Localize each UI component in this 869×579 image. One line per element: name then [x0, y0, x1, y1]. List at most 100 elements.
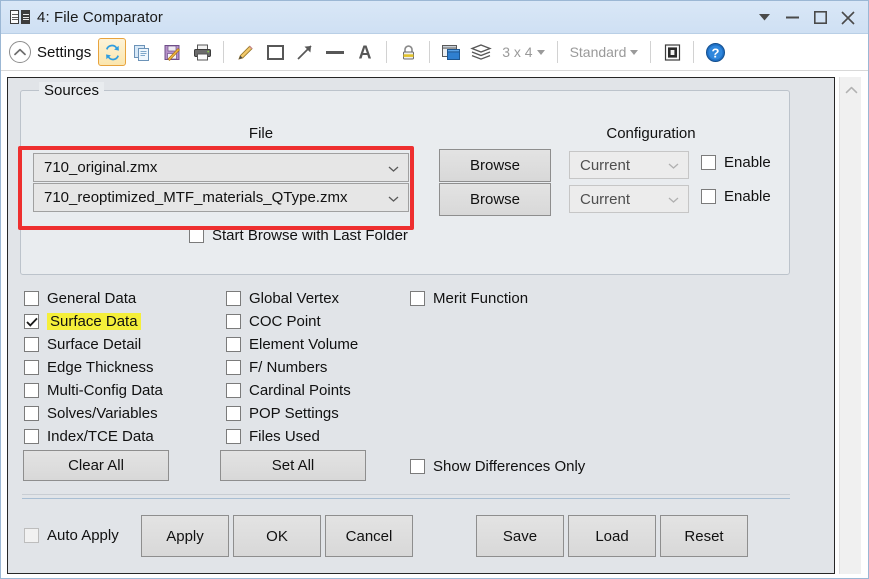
checkbox[interactable]	[24, 429, 39, 444]
enable-checkbox-1[interactable]	[701, 155, 716, 170]
checkbox[interactable]	[226, 429, 241, 444]
configuration-combo-2[interactable]: Current	[569, 185, 689, 213]
apply-button[interactable]: Apply	[141, 515, 229, 557]
option-merit-function[interactable]: Merit Function	[410, 288, 528, 309]
option-global-vertex[interactable]: Global Vertex	[226, 288, 339, 309]
option-surface-data[interactable]: Surface Data	[24, 311, 141, 332]
show-differences-checkbox[interactable]	[410, 459, 425, 474]
chevron-down-icon	[668, 191, 679, 208]
grid-layout-dropdown[interactable]: 3 x 4	[496, 44, 550, 60]
load-button[interactable]: Load	[568, 515, 656, 557]
option-cardinal-points[interactable]: Cardinal Points	[226, 380, 351, 401]
set-all-button[interactable]: Set All	[220, 450, 366, 481]
option-coc-point[interactable]: COC Point	[226, 311, 321, 332]
toolbar-separator	[693, 41, 694, 63]
arrow-annotation-icon[interactable]	[291, 38, 319, 66]
checkbox[interactable]	[24, 291, 39, 306]
enable-label-2: Enable	[724, 188, 771, 205]
lock-icon[interactable]	[394, 38, 422, 66]
option-label: Surface Data	[47, 313, 141, 330]
reset-button[interactable]: Reset	[660, 515, 748, 557]
option-general-data[interactable]: General Data	[24, 288, 136, 309]
browse-button-1[interactable]: Browse	[439, 149, 551, 182]
maximize-button[interactable]	[806, 4, 834, 32]
option-label: Merit Function	[433, 290, 528, 307]
checkbox[interactable]	[226, 383, 241, 398]
configuration-combo-1[interactable]: Current	[569, 151, 689, 179]
show-differences-row[interactable]: Show Differences Only	[410, 456, 585, 477]
cancel-button[interactable]: Cancel	[325, 515, 413, 557]
start-browse-checkbox-row[interactable]: Start Browse with Last Folder	[189, 225, 408, 246]
option-element-volume[interactable]: Element Volume	[226, 334, 358, 355]
option-edge-thickness[interactable]: Edge Thickness	[24, 357, 153, 378]
dropdown-menu-button[interactable]	[750, 4, 778, 32]
option-label: General Data	[47, 290, 136, 307]
minimize-button[interactable]	[778, 4, 806, 32]
close-button[interactable]	[834, 4, 862, 32]
settings-panel: Sources File Configuration 710_original.…	[7, 77, 835, 574]
file-comparator-window: 4: File Comparator Settings	[0, 0, 869, 579]
checkbox[interactable]	[226, 406, 241, 421]
save-image-icon[interactable]	[158, 38, 186, 66]
window-titlebar: 4: File Comparator	[1, 1, 868, 34]
option-surface-detail[interactable]: Surface Detail	[24, 334, 141, 355]
help-question-icon[interactable]: ?	[701, 38, 729, 66]
checkbox[interactable]	[24, 406, 39, 421]
pencil-annotation-icon[interactable]	[231, 38, 259, 66]
enable-checkbox-row-1[interactable]: Enable	[701, 152, 771, 173]
copy-clipboard-icon[interactable]	[128, 38, 156, 66]
settings-toggle[interactable]: Settings	[9, 41, 91, 63]
chevron-down-icon	[388, 159, 399, 176]
option-f-numbers[interactable]: F/ Numbers	[226, 357, 327, 378]
option-label: COC Point	[249, 313, 321, 330]
vertical-scrollbar[interactable]	[839, 77, 861, 574]
enable-checkbox-row-2[interactable]: Enable	[701, 186, 771, 207]
refresh-update-icon[interactable]	[98, 38, 126, 66]
print-icon[interactable]	[188, 38, 216, 66]
option-files-used[interactable]: Files Used	[226, 426, 320, 447]
chevron-down-icon	[630, 50, 638, 55]
ok-button[interactable]: OK	[233, 515, 321, 557]
option-pop-settings[interactable]: POP Settings	[226, 403, 339, 424]
option-solves-variables[interactable]: Solves/Variables	[24, 403, 158, 424]
line-annotation-icon[interactable]	[321, 38, 349, 66]
scroll-up-arrow-icon[interactable]	[840, 81, 862, 99]
option-label: F/ Numbers	[249, 359, 327, 376]
file-combo-2[interactable]: 710_reoptimized_MTF_materials_QType.zmx	[33, 183, 409, 212]
window-clone-icon[interactable]	[437, 38, 465, 66]
text-annotation-icon[interactable]: A	[351, 38, 379, 66]
rectangle-annotation-icon[interactable]	[261, 38, 289, 66]
svg-text:A: A	[359, 43, 372, 63]
file-combo-1-value: 710_original.zmx	[44, 159, 157, 176]
checkbox[interactable]	[24, 314, 39, 329]
checkbox[interactable]	[24, 360, 39, 375]
enable-label-1: Enable	[724, 154, 771, 171]
configuration-combo-1-value: Current	[580, 157, 630, 174]
checkbox[interactable]	[226, 291, 241, 306]
browse-button-2[interactable]: Browse	[439, 183, 551, 216]
auto-apply-checkbox[interactable]	[24, 528, 39, 543]
save-button[interactable]: Save	[476, 515, 564, 557]
start-browse-label: Start Browse with Last Folder	[212, 227, 408, 244]
start-browse-checkbox[interactable]	[189, 228, 204, 243]
option-multi-config-data[interactable]: Multi-Config Data	[24, 380, 163, 401]
checkbox[interactable]	[24, 383, 39, 398]
export-window-icon[interactable]	[658, 38, 686, 66]
show-differences-label: Show Differences Only	[433, 458, 585, 475]
option-index-tce-data[interactable]: Index/TCE Data	[24, 426, 154, 447]
checkbox[interactable]	[226, 360, 241, 375]
auto-apply-row[interactable]: Auto Apply	[24, 525, 119, 546]
file-combo-1[interactable]: 710_original.zmx	[33, 153, 409, 182]
checkbox[interactable]	[226, 314, 241, 329]
enable-checkbox-2[interactable]	[701, 189, 716, 204]
settings-content-area: Sources File Configuration 710_original.…	[7, 77, 862, 574]
panel-divider	[22, 494, 790, 495]
clear-all-button[interactable]: Clear All	[23, 450, 169, 481]
style-dropdown[interactable]: Standard	[564, 44, 645, 60]
chevron-down-icon	[668, 157, 679, 174]
layers-icon[interactable]	[467, 38, 495, 66]
sources-groupbox: Sources File Configuration 710_original.…	[20, 90, 790, 275]
checkbox[interactable]	[24, 337, 39, 352]
checkbox[interactable]	[226, 337, 241, 352]
checkbox[interactable]	[410, 291, 425, 306]
